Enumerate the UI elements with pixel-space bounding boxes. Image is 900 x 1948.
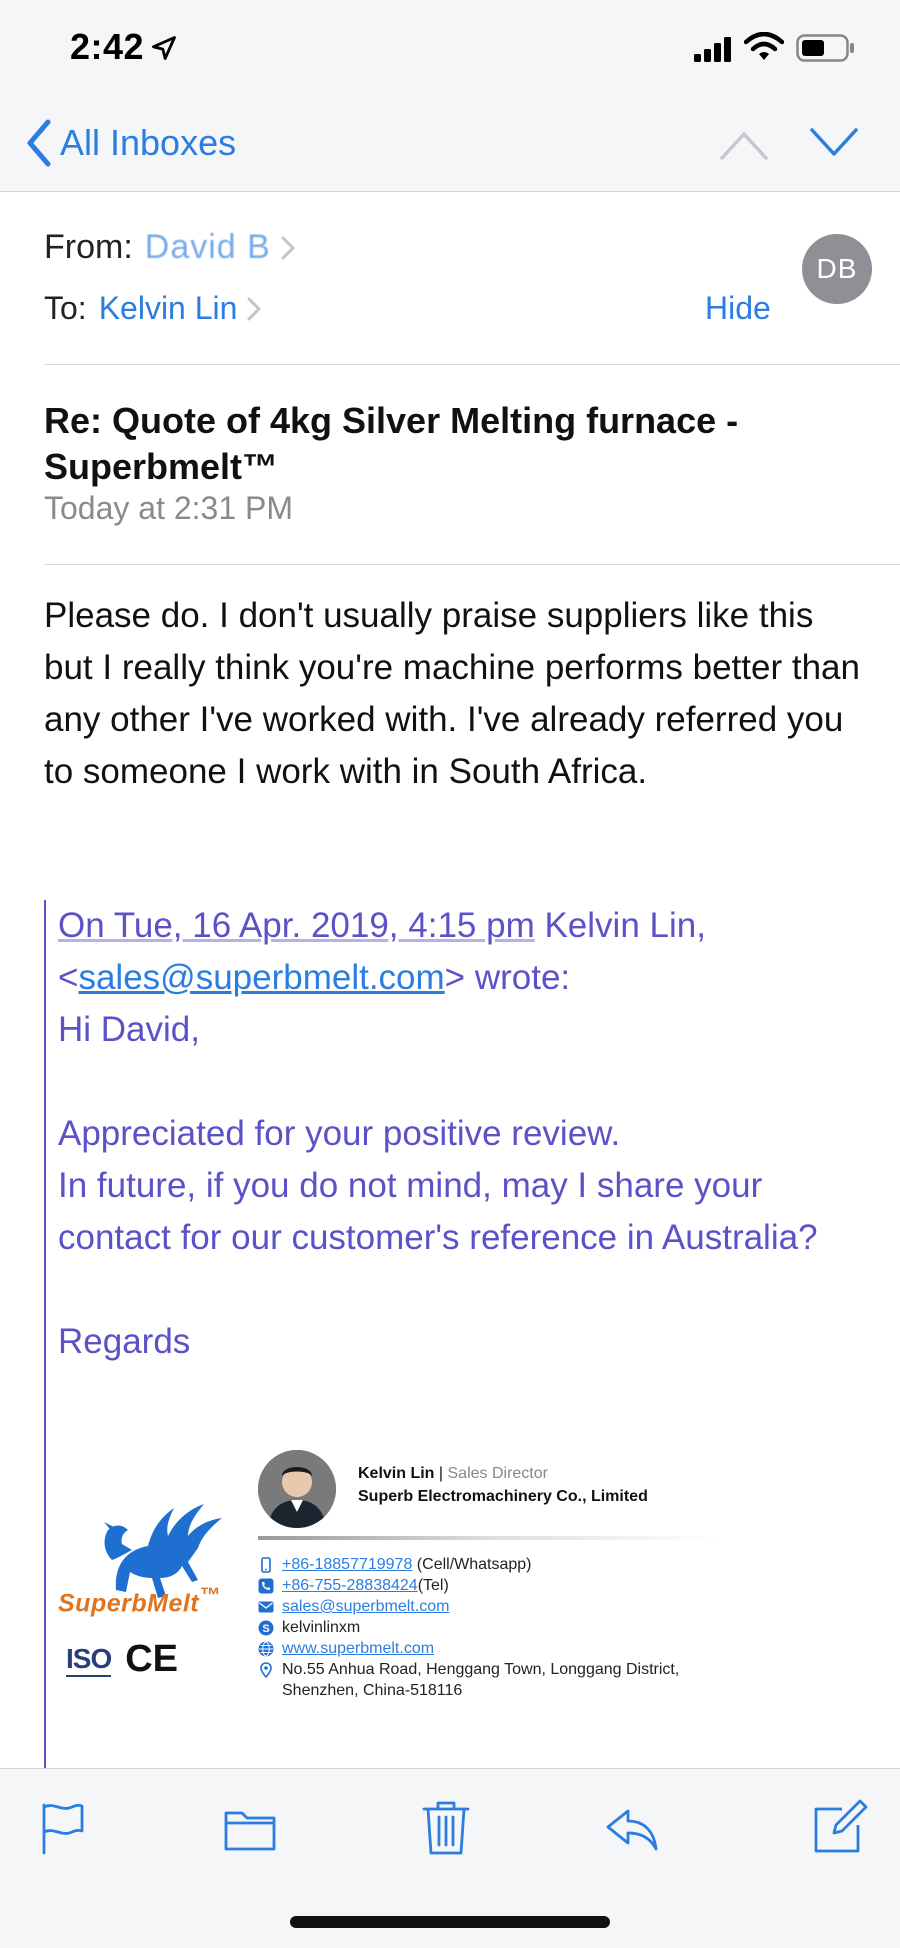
certifications: ISO CE — [66, 1638, 178, 1681]
quote-email-link[interactable]: sales@superbmelt.com — [78, 958, 444, 997]
email-open-bracket: < — [58, 958, 79, 997]
message-header: From: David B To: Kelvin Lin Hide — [0, 192, 900, 364]
message-body: Please do. I don't usually praise suppli… — [44, 596, 860, 791]
website-link[interactable]: www.superbmelt.com — [282, 1638, 434, 1659]
ce-mark: CE — [125, 1638, 179, 1680]
quote-attribution-email: <sales@superbmelt.com> wrote: — [58, 952, 858, 1004]
divider — [44, 564, 900, 565]
avatar[interactable]: DB — [802, 234, 872, 304]
tel-phone-link[interactable]: +86-755-28838424 — [282, 1577, 418, 1594]
contact-phone-tel: +86-755-28838424(Tel) — [258, 1575, 718, 1596]
status-time: 2:42 — [70, 26, 145, 67]
quote-regards: Regards — [58, 1322, 191, 1361]
attribution-date-link[interactable]: On Tue, 16 Apr. 2019, 4:15 pm — [58, 906, 535, 945]
profile-photo — [258, 1450, 336, 1528]
message-date: Today at 2:31 PM — [44, 490, 294, 526]
brand-name: SuperbMelt™ — [58, 1584, 220, 1618]
contact-website: www.superbmelt.com — [258, 1638, 718, 1659]
signature-company: Superb Electromachinery Co., Limited — [358, 1488, 648, 1505]
compose-icon[interactable] — [812, 1799, 868, 1855]
contact-email: sales@superbmelt.com — [258, 1596, 718, 1617]
from-row: From: David B — [44, 228, 297, 267]
back-button[interactable]: All Inboxes — [24, 118, 236, 168]
trash-icon[interactable] — [418, 1799, 474, 1855]
signature-role: Sales Director — [447, 1465, 548, 1482]
quote-greeting: Hi David, — [58, 1010, 200, 1049]
folder-icon[interactable] — [222, 1799, 278, 1855]
contact-address: No.55 Anhua Road, Henggang Town, Longgan… — [258, 1659, 718, 1701]
status-bar: 2:42 — [0, 0, 900, 100]
back-label: All Inboxes — [60, 122, 237, 163]
previous-message-icon[interactable] — [720, 128, 768, 162]
phone-icon — [258, 1578, 274, 1594]
contact-skype: S kelvinlinxm — [258, 1617, 718, 1638]
brand-text: SuperbMelt — [58, 1589, 200, 1618]
to-row: To: Kelvin Lin — [44, 290, 263, 327]
from-label: From: — [44, 228, 133, 266]
quote-attribution: On Tue, 16 Apr. 2019, 4:15 pm Kelvin Lin… — [58, 900, 858, 952]
email-close-bracket: > wrote: — [444, 958, 571, 997]
divider — [44, 364, 900, 365]
location-pin-icon — [260, 1662, 272, 1678]
battery-icon — [796, 34, 854, 62]
skype-icon: S — [258, 1620, 274, 1636]
brand-trademark: ™ — [199, 1584, 221, 1607]
chevron-right-icon — [247, 297, 261, 320]
signature-divider — [258, 1536, 718, 1540]
mail-icon — [258, 1601, 274, 1613]
chevron-left-icon — [27, 119, 51, 167]
location-arrow-icon — [152, 36, 176, 60]
to-recipient[interactable]: Kelvin Lin — [99, 290, 238, 327]
wifi-icon — [744, 32, 784, 60]
iso-mark: ISO — [66, 1643, 112, 1677]
from-sender[interactable]: David B — [145, 228, 271, 267]
svg-text:S: S — [262, 1623, 269, 1635]
signature-separator: | — [434, 1465, 448, 1482]
address-text: No.55 Anhua Road, Henggang Town, Longgan… — [282, 1661, 680, 1699]
globe-icon — [258, 1641, 274, 1657]
hide-details-button[interactable]: Hide — [705, 290, 771, 327]
message-subject: Re: Quote of 4kg Silver Melting furnace … — [44, 400, 739, 487]
chevron-right-icon — [281, 236, 295, 259]
attribution-name: Kelvin Lin, — [534, 906, 706, 945]
signature-contacts: +86-18857719978 (Cell/Whatsapp) +86-755-… — [258, 1554, 718, 1701]
skype-id: kelvinlinxm — [282, 1619, 361, 1636]
navigation-bar: All Inboxes — [0, 100, 900, 192]
home-indicator[interactable] — [290, 1916, 610, 1928]
signature-email-link[interactable]: sales@superbmelt.com — [282, 1596, 449, 1617]
reply-icon[interactable] — [604, 1799, 660, 1855]
contact-phone-mobile: +86-18857719978 (Cell/Whatsapp) — [258, 1554, 718, 1575]
person-photo-icon — [258, 1450, 336, 1528]
flag-icon[interactable] — [36, 1799, 92, 1855]
tel-phone-note: (Tel) — [417, 1577, 449, 1594]
quote-line-1: Appreciated for your positive review. — [58, 1114, 621, 1153]
mobile-phone-link[interactable]: +86-18857719978 — [282, 1556, 412, 1573]
quote-line-2: In future, if you do not mind, may I sha… — [58, 1166, 818, 1257]
signature-name-line: Kelvin Lin | Sales Director — [358, 1465, 548, 1483]
to-label: To: — [44, 290, 87, 326]
mobile-phone-icon — [261, 1557, 271, 1573]
next-message-icon[interactable] — [810, 124, 858, 158]
signature-name: Kelvin Lin — [358, 1465, 435, 1482]
cellular-signal-icon — [694, 37, 731, 62]
mobile-phone-note: (Cell/Whatsapp) — [412, 1556, 532, 1573]
